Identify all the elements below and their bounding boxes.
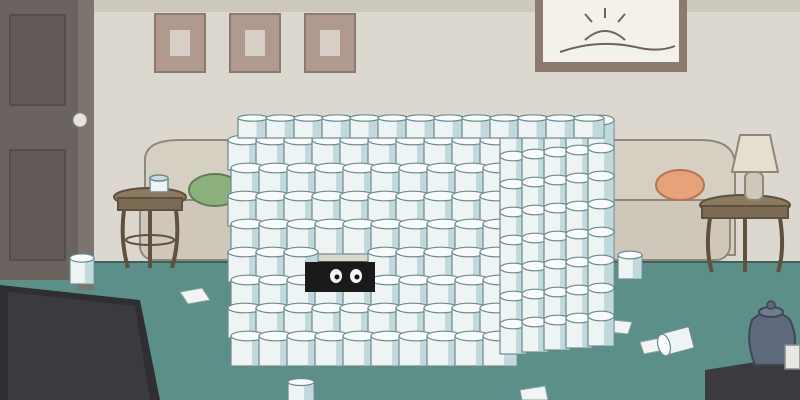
- door-knob-icon: [72, 112, 88, 128]
- toilet-paper-roll-icon: [545, 114, 577, 139]
- toilet-paper-roll-icon: [433, 114, 465, 139]
- toilet-paper-roll-icon: [149, 174, 169, 193]
- small-frames: [154, 13, 356, 73]
- toilet-paper-roll-icon: [265, 114, 297, 139]
- toilet-paper-roll-icon: [517, 114, 549, 139]
- toilet-paper-roll-icon: [489, 114, 521, 139]
- toilet-paper-roll-icon: [587, 310, 615, 347]
- illustration: [0, 0, 800, 400]
- toilet-paper-roll-icon: [461, 114, 493, 139]
- toilet-paper-roll-icon: [293, 114, 325, 139]
- toilet-paper-roll-icon: [573, 114, 605, 139]
- toilet-paper-roll-icon: [349, 114, 381, 139]
- pillow-orange: [655, 169, 705, 201]
- toilet-paper-roll-icon: [321, 114, 353, 139]
- toilet-paper-roll-icon: [287, 377, 315, 400]
- landscape-frame: [535, 0, 687, 72]
- toilet-paper-roll-icon: [237, 114, 269, 139]
- toilet-paper-fort: [227, 114, 615, 367]
- toilet-paper-roll-icon: [617, 250, 643, 280]
- toilet-paper-roll-icon: [377, 114, 409, 139]
- toilet-paper-roll-icon: [405, 114, 437, 139]
- eyes-icon: [305, 262, 375, 292]
- toilet-paper-roll-icon: [69, 253, 95, 285]
- door: [0, 0, 94, 290]
- scene: [0, 0, 800, 400]
- tv-icon: [0, 285, 160, 400]
